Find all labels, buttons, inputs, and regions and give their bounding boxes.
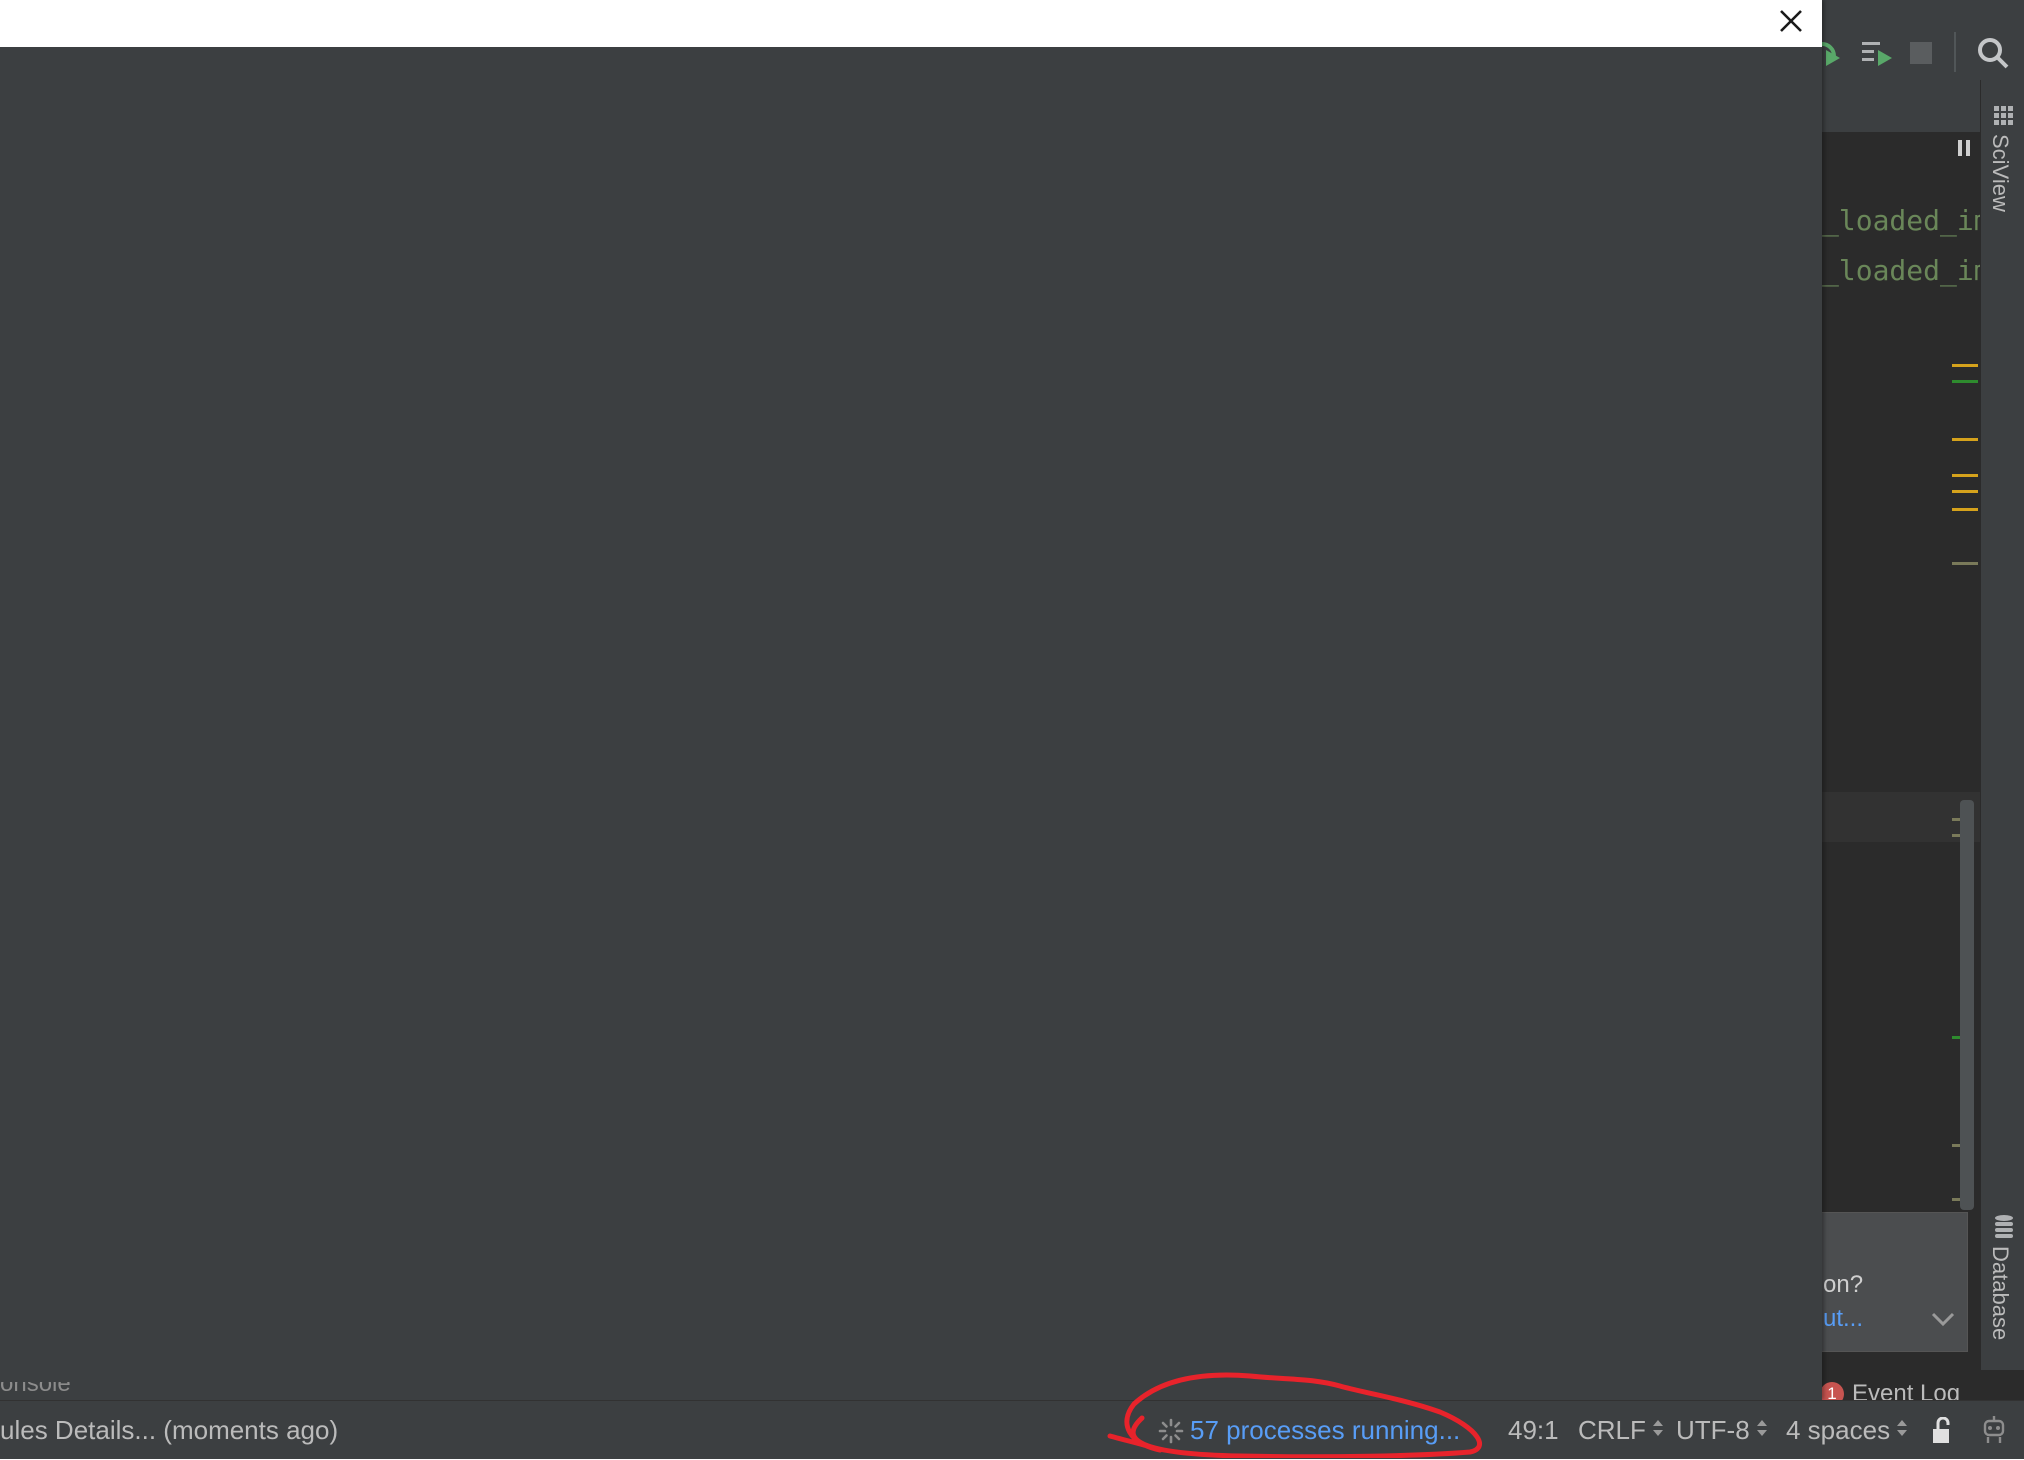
pause-icon[interactable]: [1958, 140, 1972, 158]
console-tab-strip: onsole: [0, 1382, 1822, 1400]
status-bar: ules Details... (moments ago) 57 process…: [0, 1400, 2024, 1459]
sciview-icon: [1994, 106, 2013, 125]
close-icon: [1780, 10, 1802, 32]
inspector-icon[interactable]: [1980, 1415, 2008, 1445]
search-icon[interactable]: [1976, 36, 2010, 70]
caret-position[interactable]: 49:1: [1508, 1401, 1559, 1459]
modal-dialog: onsole: [0, 0, 1822, 1400]
encoding-value: UTF-8: [1676, 1415, 1750, 1445]
status-message[interactable]: ules Details... (moments ago): [0, 1401, 338, 1459]
background-processes[interactable]: 57 processes running...: [1158, 1401, 1460, 1459]
code-line: _loaded_im: [1822, 254, 1980, 287]
change-marker[interactable]: [1952, 380, 1978, 383]
database-label: Database: [1988, 1246, 2013, 1341]
warning-marker[interactable]: [1952, 474, 1978, 477]
rerun-icon[interactable]: [1820, 40, 1842, 72]
warning-marker[interactable]: [1952, 490, 1978, 493]
line-separator-selector[interactable]: CRLF: [1578, 1401, 1664, 1459]
close-button[interactable]: [1770, 2, 1812, 44]
notification-balloon[interactable]: on? ut...: [1820, 1212, 1968, 1352]
toolbar-divider: [1954, 32, 1956, 72]
code-line: _loaded_im: [1822, 204, 1980, 237]
info-marker[interactable]: [1952, 562, 1978, 565]
spinner-icon: [1158, 1418, 1184, 1444]
sciview-label: SciView: [1988, 134, 2013, 212]
indent-selector[interactable]: 4 spaces: [1786, 1401, 1908, 1459]
dialog-title-bar: [0, 0, 1822, 47]
warning-marker[interactable]: [1952, 364, 1978, 367]
editor-scrollbar[interactable]: [1960, 800, 1974, 1210]
stop-icon[interactable]: [1910, 42, 1932, 64]
ide-toolbar: [1820, 0, 2024, 80]
database-icon: [1995, 1215, 2013, 1238]
right-tool-window-strip: SciView Database: [1980, 80, 2024, 1370]
chevron-down-icon[interactable]: [1931, 1311, 1955, 1327]
warning-marker[interactable]: [1952, 438, 1978, 441]
sciview-tab[interactable]: SciView: [1981, 104, 2024, 304]
encoding-selector[interactable]: UTF-8: [1676, 1401, 1768, 1459]
console-tab-label[interactable]: onsole: [0, 1382, 71, 1398]
event-log-button[interactable]: 1 Event Log: [1820, 1370, 2024, 1407]
updown-arrow-icon: [1652, 1420, 1664, 1439]
code-editor[interactable]: _loaded_im _loaded_im: [1820, 132, 1980, 1212]
warning-marker[interactable]: [1952, 508, 1978, 511]
editor-tab-bar: [1820, 80, 1980, 132]
line-separator-value: CRLF: [1578, 1415, 1646, 1445]
updown-arrow-icon: [1896, 1420, 1908, 1439]
run-configuration-icon[interactable]: [1860, 38, 1894, 70]
notification-text: on?: [1823, 1271, 1864, 1298]
notification-link[interactable]: ut...: [1823, 1305, 1863, 1333]
processes-running-link[interactable]: 57 processes running...: [1190, 1415, 1460, 1445]
updown-arrow-icon: [1756, 1420, 1768, 1439]
lock-icon[interactable]: [1930, 1417, 1954, 1445]
indent-value: 4 spaces: [1786, 1415, 1891, 1445]
